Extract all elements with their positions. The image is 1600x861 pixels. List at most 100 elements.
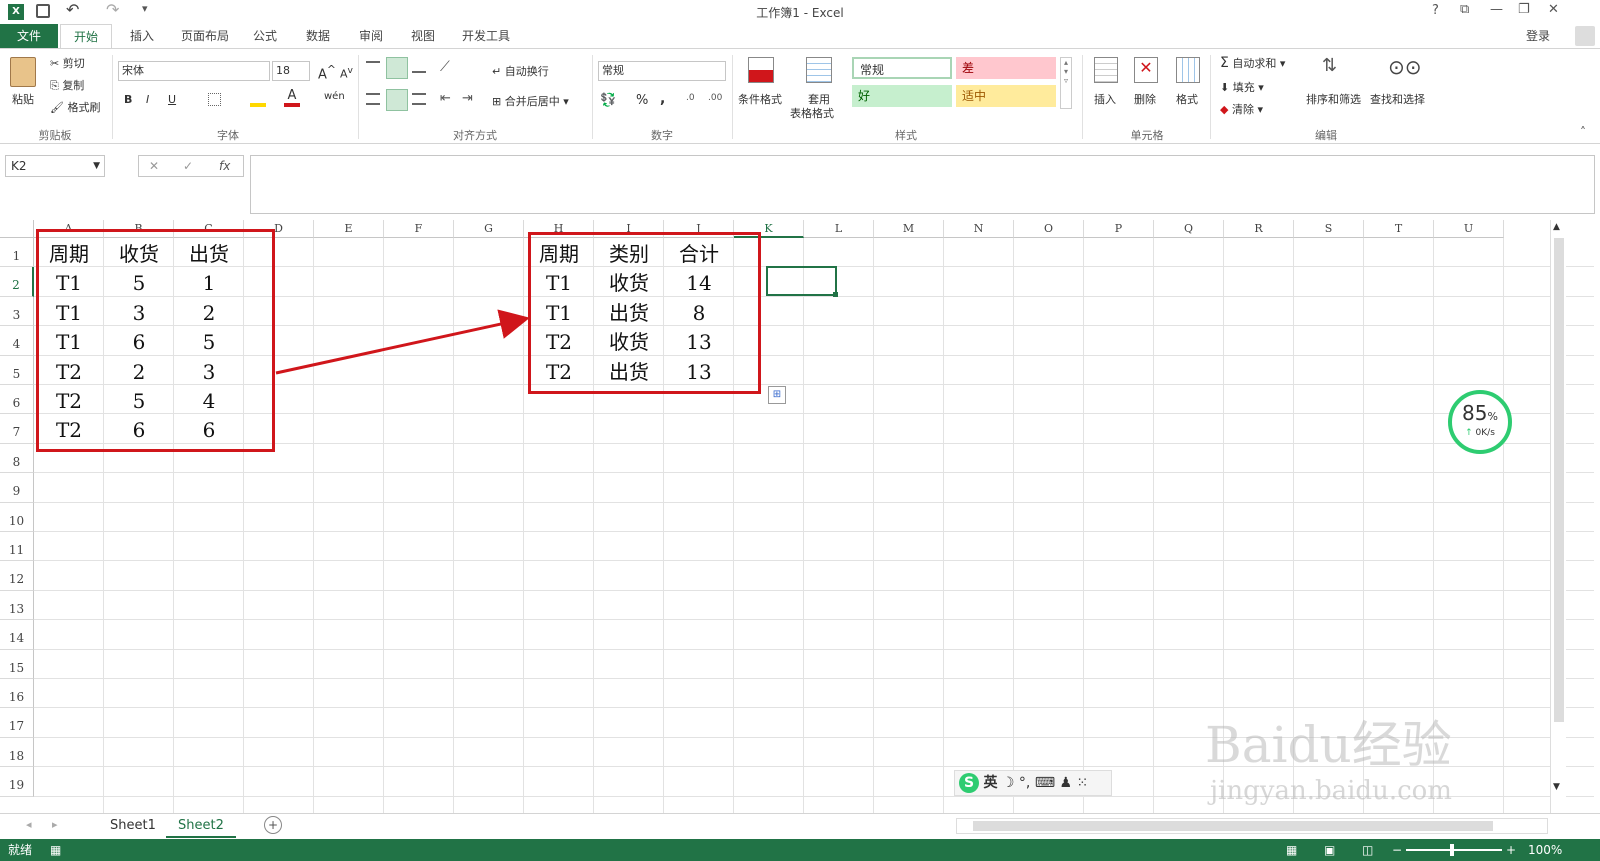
signin-link[interactable]: 登录 bbox=[1520, 24, 1556, 48]
tab-formulas[interactable]: 公式 bbox=[244, 24, 286, 48]
phonetic-icon[interactable]: wén bbox=[324, 91, 345, 102]
zoom-level[interactable]: 100% bbox=[1528, 839, 1562, 861]
sort-filter-button[interactable]: 排序和筛选 bbox=[1306, 91, 1361, 107]
close-button[interactable]: ✕ bbox=[1548, 2, 1559, 17]
decrease-indent-icon[interactable]: ⇤ bbox=[440, 91, 451, 106]
tab-view[interactable]: 视图 bbox=[402, 24, 444, 48]
grow-font-button[interactable]: A^ bbox=[318, 63, 336, 82]
cut-button[interactable]: ✂ 剪切 bbox=[50, 55, 85, 71]
align-top-icon[interactable] bbox=[366, 61, 380, 73]
zoom-slider-thumb[interactable] bbox=[1450, 844, 1454, 856]
find-select-button[interactable]: 查找和选择 bbox=[1370, 91, 1425, 107]
zoom-out-button[interactable]: − bbox=[1392, 839, 1402, 861]
orientation-icon[interactable]: ⟋ bbox=[440, 59, 450, 75]
tab-insert[interactable]: 插入 bbox=[118, 24, 166, 48]
h-scroll-thumb[interactable] bbox=[973, 821, 1493, 831]
merge-center-button[interactable]: ⊞ 合并后居中 ▾ bbox=[492, 93, 569, 109]
paste-icon[interactable] bbox=[10, 57, 36, 87]
comma-button[interactable]: , bbox=[660, 91, 665, 107]
zoom-slider[interactable] bbox=[1406, 849, 1502, 851]
currency-icon[interactable]: 💱 bbox=[600, 93, 616, 108]
delete-cells-button[interactable]: 删除 bbox=[1134, 91, 1156, 107]
style-bad[interactable]: 差 bbox=[956, 57, 1056, 79]
worksheet-grid[interactable]: ABCDEFGHIJKLMNOPQRSTU 1 2 3 4 5 6 7 8 9 10 11 12 13 1… bbox=[0, 220, 1600, 813]
decrease-decimal-icon[interactable]: .00 bbox=[708, 93, 722, 103]
paste-options-icon[interactable]: ⊞ bbox=[768, 386, 786, 404]
scroll-up-icon[interactable]: ▲ bbox=[1553, 222, 1560, 232]
grid-icon[interactable]: ⁙ bbox=[1077, 775, 1089, 791]
fill-button[interactable]: ⬇ 填充 ▾ bbox=[1220, 79, 1264, 95]
bold-button[interactable]: B bbox=[124, 93, 132, 106]
borders-icon[interactable] bbox=[208, 93, 221, 106]
normal-view-icon[interactable]: ▦ bbox=[1286, 839, 1297, 861]
horizontal-scrollbar[interactable] bbox=[956, 818, 1548, 834]
number-format-select[interactable]: 常规 bbox=[598, 61, 726, 81]
zoom-in-button[interactable]: + bbox=[1506, 839, 1516, 861]
scroll-down-icon[interactable]: ▼ bbox=[1553, 782, 1560, 792]
paste-button[interactable]: 粘贴 bbox=[12, 91, 34, 107]
autosum-button[interactable]: Σ 自动求和 ▾ bbox=[1220, 55, 1285, 71]
tab-home[interactable]: 开始 bbox=[60, 24, 112, 48]
italic-button[interactable]: I bbox=[146, 93, 149, 106]
insert-cells-button[interactable]: 插入 bbox=[1094, 91, 1116, 107]
name-box[interactable]: K2 ▼ bbox=[5, 155, 105, 177]
style-good[interactable]: 好 bbox=[852, 85, 952, 107]
account-avatar-icon[interactable] bbox=[1575, 26, 1595, 46]
tab-review[interactable]: 审阅 bbox=[350, 24, 392, 48]
tab-developer[interactable]: 开发工具 bbox=[454, 24, 518, 48]
page-layout-view-icon[interactable]: ▣ bbox=[1324, 839, 1335, 861]
scroll-thumb[interactable] bbox=[1554, 238, 1564, 722]
vertical-scrollbar[interactable]: ▲ ▼ bbox=[1550, 220, 1566, 813]
next-sheet-icon[interactable]: ▸ bbox=[52, 818, 58, 831]
insert-function-icon[interactable]: fx bbox=[219, 156, 230, 176]
align-bottom-icon[interactable] bbox=[412, 61, 426, 73]
sheet-tab-sheet1[interactable]: Sheet1 bbox=[98, 814, 168, 838]
enter-icon[interactable]: ✓ bbox=[183, 156, 193, 176]
conditional-format-button[interactable]: 条件格式 bbox=[738, 91, 782, 107]
format-cells-icon[interactable] bbox=[1176, 57, 1200, 83]
underline-button[interactable]: U bbox=[168, 93, 176, 106]
tab-file[interactable]: 文件 bbox=[0, 24, 58, 48]
style-normal[interactable]: 常规 bbox=[852, 57, 952, 79]
keyboard-icon[interactable]: ⌨ bbox=[1035, 775, 1055, 791]
add-sheet-icon[interactable]: + bbox=[264, 816, 282, 834]
font-size-select[interactable]: 18 bbox=[272, 61, 310, 81]
sort-filter-icon[interactable]: ⇅ bbox=[1322, 55, 1337, 76]
align-left-icon[interactable] bbox=[366, 93, 380, 105]
restore-button[interactable]: ❐ bbox=[1518, 2, 1530, 17]
conditional-format-icon[interactable] bbox=[748, 57, 774, 83]
page-break-view-icon[interactable]: ◫ bbox=[1362, 839, 1373, 861]
align-center-icon[interactable] bbox=[386, 89, 408, 111]
clear-button[interactable]: ◆ 清除 ▾ bbox=[1220, 101, 1263, 117]
font-name-select[interactable]: 宋体 bbox=[118, 61, 270, 81]
ime-toolbar[interactable]: S 英 ☽ °, ⌨ ♟ ⁙ bbox=[954, 770, 1112, 796]
delete-cells-icon[interactable]: ✕ bbox=[1134, 57, 1158, 83]
style-neutral[interactable]: 适中 bbox=[956, 85, 1056, 107]
formula-input[interactable] bbox=[250, 155, 1595, 214]
shrink-font-button[interactable]: Av bbox=[340, 65, 353, 81]
prev-sheet-icon[interactable]: ◂ bbox=[26, 818, 32, 831]
insert-cells-icon[interactable] bbox=[1094, 57, 1118, 83]
tab-data[interactable]: 数据 bbox=[296, 24, 340, 48]
align-middle-icon[interactable] bbox=[386, 57, 408, 79]
help-button[interactable]: ? bbox=[1432, 3, 1439, 18]
wrap-text-button[interactable]: ↵ 自动换行 bbox=[492, 63, 549, 79]
fill-color-icon[interactable] bbox=[250, 91, 266, 107]
increase-decimal-icon[interactable]: .0 bbox=[686, 93, 695, 103]
minimize-button[interactable]: — bbox=[1490, 2, 1503, 17]
collapse-ribbon-icon[interactable]: ˄ bbox=[1580, 125, 1586, 139]
moon-icon[interactable]: ☽ bbox=[1002, 775, 1015, 791]
sheet-tab-sheet2[interactable]: Sheet2 bbox=[166, 814, 236, 838]
format-cells-button[interactable]: 格式 bbox=[1176, 91, 1198, 107]
copy-button[interactable]: ⎘ 复制 bbox=[50, 77, 84, 93]
macro-record-icon[interactable]: ▦ bbox=[50, 839, 61, 861]
user-icon[interactable]: ♟ bbox=[1060, 775, 1073, 791]
ribbon-display-button[interactable]: ⧉ bbox=[1460, 2, 1469, 17]
styles-scroll[interactable]: ▴ ▾ ▿ bbox=[1060, 57, 1072, 109]
punctuation-icon[interactable]: °, bbox=[1019, 775, 1030, 791]
ime-language[interactable]: 英 bbox=[983, 775, 997, 791]
tab-page-layout[interactable]: 页面布局 bbox=[172, 24, 238, 48]
format-painter-button[interactable]: 🖌 格式刷 bbox=[50, 99, 100, 115]
format-as-table-icon[interactable] bbox=[806, 57, 832, 83]
format-as-table-button-line2[interactable]: 表格格式 bbox=[790, 105, 834, 121]
